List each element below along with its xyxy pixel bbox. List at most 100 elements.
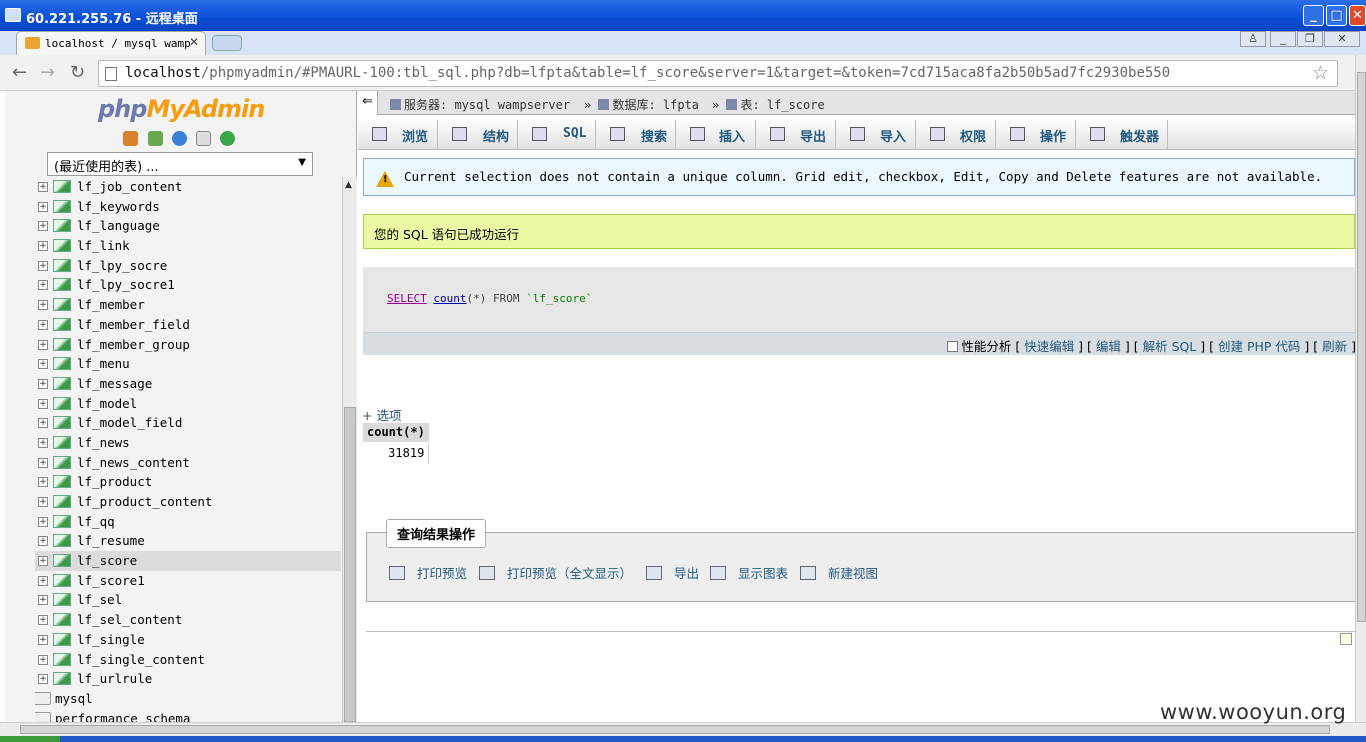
table-name[interactable]: lf_resume	[77, 533, 145, 548]
tree-table-item[interactable]: + lf_model	[35, 394, 341, 414]
tree-table-item[interactable]: + lf_news	[35, 433, 341, 453]
tree-database-item[interactable]: +mysql	[35, 689, 341, 709]
expand-icon[interactable]: +	[38, 556, 48, 567]
edit-link[interactable]: 编辑	[1096, 339, 1121, 354]
close-button[interactable]: ✕	[1349, 5, 1366, 26]
table-name[interactable]: lf_product	[77, 474, 152, 489]
tree-table-item[interactable]: + lf_qq	[35, 512, 341, 532]
tree-table-item[interactable]: + lf_news_content	[35, 453, 341, 473]
print-preview-link[interactable]: 打印预览	[389, 563, 467, 582]
tab-sql[interactable]: SQL	[518, 120, 596, 150]
table-name[interactable]: lf_message	[77, 376, 152, 391]
forward-icon[interactable]: →	[40, 62, 55, 83]
chrome-minimize-icon[interactable]: _	[1270, 31, 1296, 47]
home-icon[interactable]	[123, 131, 138, 146]
explain-link[interactable]: 解析 SQL	[1143, 339, 1197, 354]
table-name[interactable]: lf_lpy_socre	[77, 258, 167, 273]
expand-icon[interactable]: +	[38, 418, 48, 429]
tree-table-item[interactable]: + lf_score	[35, 551, 341, 571]
table-name[interactable]: lf_member_group	[77, 337, 190, 352]
tab-browse[interactable]: 浏览	[358, 120, 438, 150]
export-link[interactable]: 导出	[646, 563, 699, 582]
table-name[interactable]: lf_qq	[77, 514, 115, 529]
expand-icon[interactable]: +	[38, 241, 48, 252]
bookmark-star-icon[interactable]: ☆	[1312, 62, 1329, 84]
tab-triggers[interactable]: 触发器	[1076, 120, 1168, 150]
expand-icon[interactable]: +	[38, 595, 48, 606]
expand-icon[interactable]: +	[38, 378, 48, 389]
horizontal-scrollbar[interactable]	[0, 722, 1366, 736]
tree-table-item[interactable]: + lf_job_content	[35, 177, 341, 197]
table-name[interactable]: lf_news	[77, 435, 130, 450]
table-name[interactable]: lf_score1	[77, 573, 145, 588]
expand-icon[interactable]: +	[38, 221, 48, 232]
table-name[interactable]: lf_urlrule	[77, 671, 152, 686]
expand-icon[interactable]: +	[38, 437, 48, 448]
expand-icon[interactable]: +	[38, 260, 48, 271]
tree-database-item[interactable]: +performance_schema	[35, 709, 341, 722]
table-name[interactable]: lf_sel	[77, 592, 122, 607]
table-name[interactable]: lf_member_field	[77, 317, 190, 332]
expand-icon[interactable]: +	[38, 497, 48, 507]
table-name[interactable]: lf_product_content	[77, 494, 212, 509]
expand-icon[interactable]: +	[38, 477, 48, 488]
table-name[interactable]: lf_sel_content	[77, 612, 182, 627]
reload-icon[interactable]: ↻	[70, 62, 85, 83]
tree-table-item[interactable]: + lf_score1	[35, 571, 341, 591]
tree-table-item[interactable]: + lf_message	[35, 374, 341, 394]
expand-icon[interactable]: +	[38, 654, 48, 665]
browser-tab[interactable]: localhost / mysql wamp ✕	[16, 31, 206, 55]
docs-icon[interactable]	[196, 131, 211, 146]
expand-icon[interactable]: +	[38, 398, 48, 409]
expand-icon[interactable]: +	[38, 674, 48, 685]
table-name[interactable]: lf_link	[77, 238, 130, 253]
sql-query[interactable]: SELECT count(*) FROM `lf_score`	[387, 292, 592, 305]
table-name[interactable]: lf_lpy_socre1	[77, 277, 175, 292]
minimize-button[interactable]: _	[1303, 5, 1324, 26]
expand-icon[interactable]: +	[38, 300, 48, 311]
tab-operations[interactable]: 操作	[996, 120, 1076, 150]
expand-icon[interactable]: +	[38, 201, 48, 212]
address-bar[interactable]: localhost/phpmyadmin/#PMAURL-100:tbl_sql…	[98, 60, 1338, 87]
inline-edit-link[interactable]: 快速编辑	[1024, 339, 1074, 354]
tab-structure[interactable]: 结构	[438, 120, 518, 150]
logout-icon[interactable]	[148, 131, 163, 146]
sidebar-scroll-thumb[interactable]	[344, 407, 356, 722]
tab-insert[interactable]: 插入	[676, 120, 756, 150]
table-name[interactable]: lf_model_field	[77, 415, 182, 430]
tree-table-item[interactable]: + lf_keywords	[35, 197, 341, 217]
tree-table-item[interactable]: + lf_single	[35, 630, 341, 650]
expand-icon[interactable]: +	[38, 457, 48, 468]
tree-table-item[interactable]: + lf_sel	[35, 590, 341, 610]
refresh-icon[interactable]	[220, 131, 235, 146]
table-name[interactable]: lf_single	[77, 632, 145, 647]
tree-table-item[interactable]: + lf_lpy_socre1	[35, 275, 341, 295]
chrome-restore-icon[interactable]: ❐	[1297, 31, 1323, 47]
new-tab-button[interactable]	[212, 35, 242, 51]
tree-table-item[interactable]: + lf_lpy_socre	[35, 256, 341, 276]
collapse-arrow-icon[interactable]: ⇐	[358, 91, 378, 115]
table-name[interactable]: lf_news_content	[77, 455, 190, 470]
horizontal-scroll-thumb[interactable]	[20, 725, 1330, 734]
tab-privileges[interactable]: 权限	[916, 120, 996, 150]
breadcrumb-table[interactable]: » 表: lf_score	[712, 96, 825, 113]
expand-icon[interactable]: +	[38, 319, 48, 330]
page-scrollbar[interactable]	[1355, 55, 1366, 722]
expand-icon[interactable]: +	[38, 359, 48, 370]
expand-icon[interactable]: +	[38, 634, 48, 645]
table-name[interactable]: lf_language	[77, 218, 160, 233]
refresh-link[interactable]: 刷新	[1322, 339, 1347, 354]
tree-table-item[interactable]: + lf_sel_content	[35, 610, 341, 630]
tree-table-item[interactable]: + lf_member	[35, 295, 341, 315]
user-icon[interactable]: ♙	[1240, 31, 1266, 47]
recent-tables-select[interactable]: (最近使用的表) ... ▼	[47, 152, 313, 176]
start-button[interactable]	[0, 736, 60, 742]
result-column-header[interactable]: count(*)	[363, 423, 429, 443]
tree-table-item[interactable]: + lf_product_content	[35, 492, 341, 512]
tree-table-item[interactable]: + lf_model_field	[35, 413, 341, 433]
expand-icon[interactable]: +	[38, 516, 48, 527]
tree-table-item[interactable]: + lf_member_field	[35, 315, 341, 335]
table-name[interactable]: lf_member	[77, 297, 145, 312]
database-name[interactable]: mysql	[55, 691, 93, 706]
tree-table-item[interactable]: + lf_link	[35, 236, 341, 256]
